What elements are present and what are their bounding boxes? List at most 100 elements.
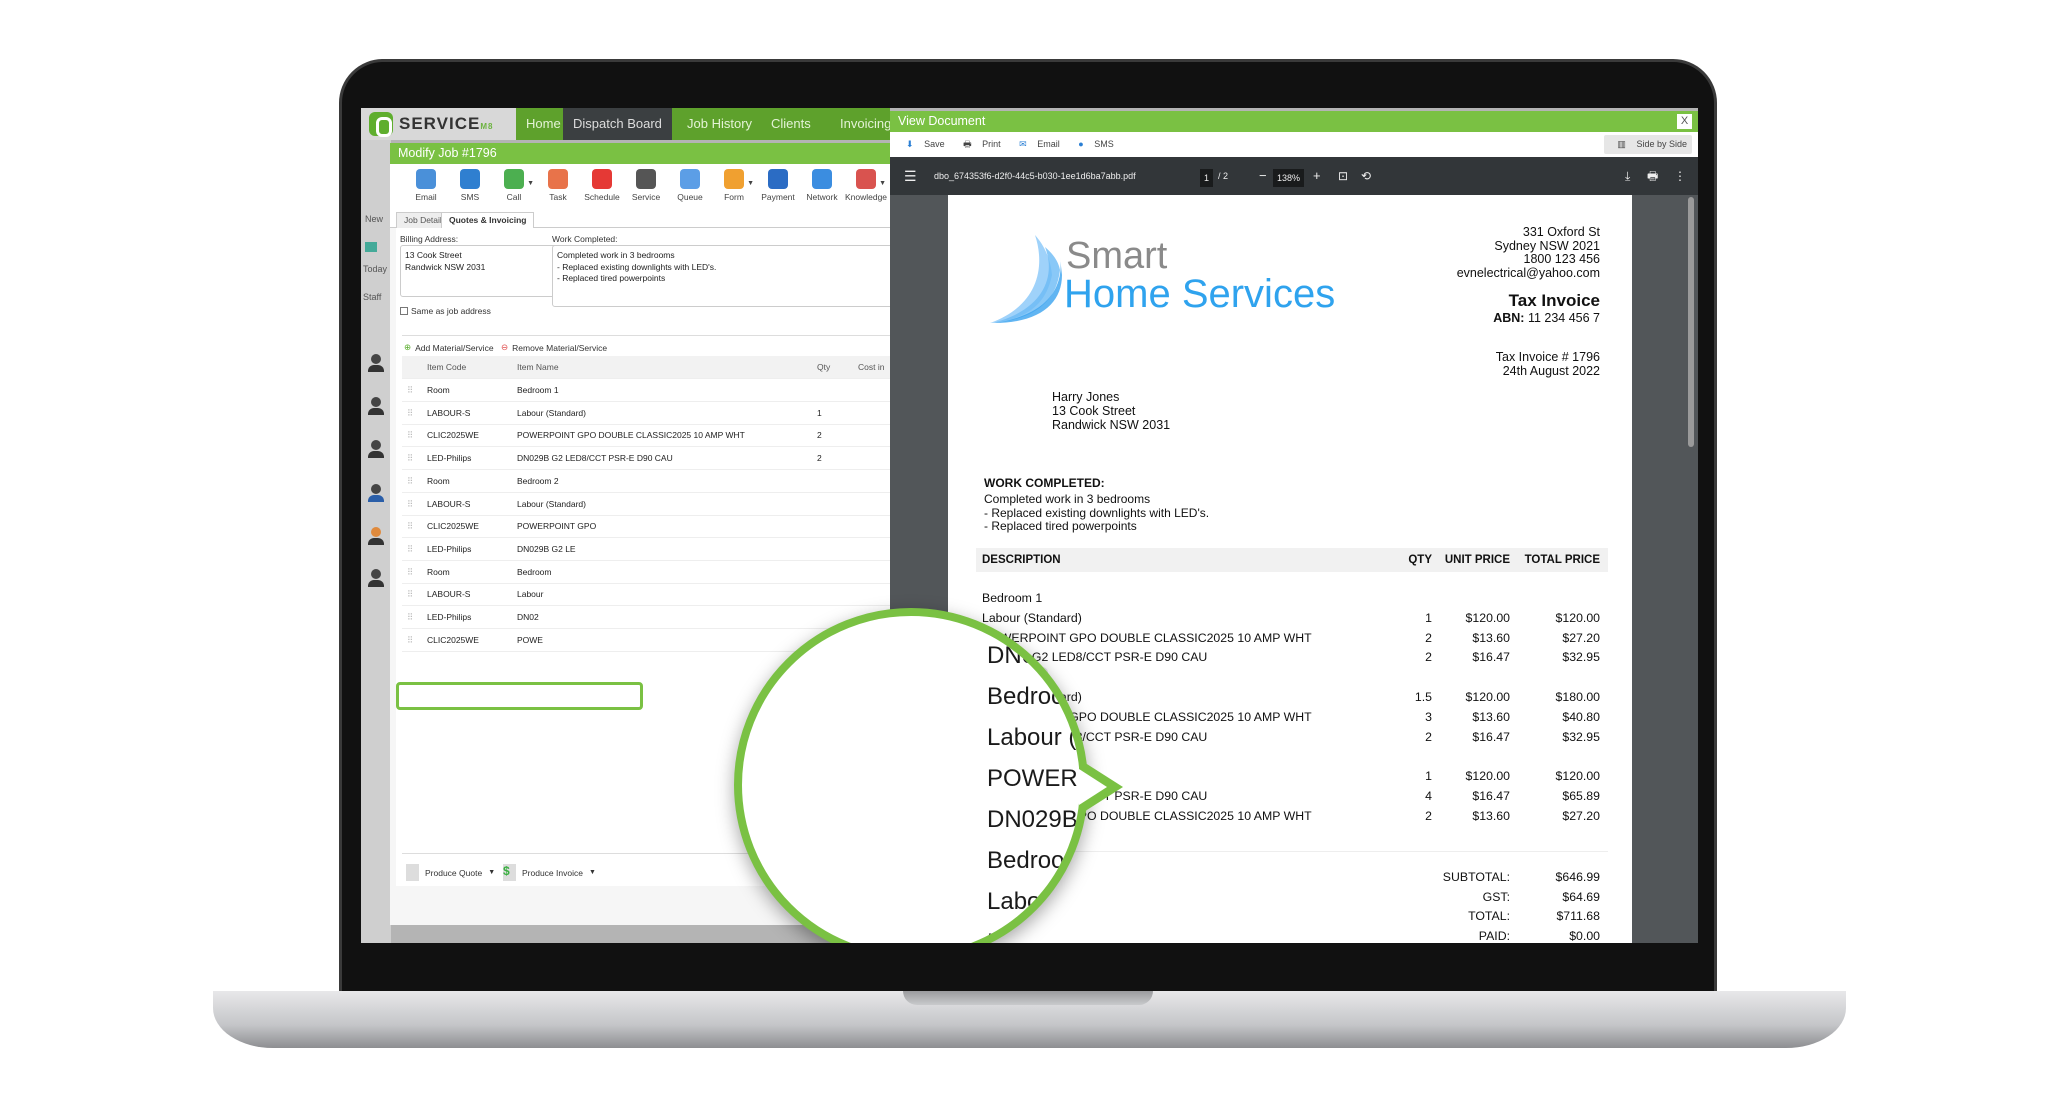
caret-down-icon: ▼ bbox=[588, 869, 596, 876]
customer-line: Randwick NSW 2031 bbox=[1052, 418, 1171, 432]
staff-avatar[interactable] bbox=[368, 527, 384, 545]
table-row[interactable]: ⠿ LABOUR-S Labour (Standard) bbox=[402, 493, 890, 516]
produce-quote-button[interactable]: Produce Quote ▼ bbox=[406, 864, 495, 881]
queue-icon bbox=[680, 169, 700, 189]
tool-sms[interactable]: SMS bbox=[448, 164, 492, 210]
total-label: GST: bbox=[1482, 889, 1510, 904]
drag-handle-icon[interactable]: ⠿ bbox=[407, 561, 413, 584]
tool-task[interactable]: Task bbox=[536, 164, 580, 210]
company-line: 331 Oxford St bbox=[1522, 225, 1600, 239]
same-as-job-checkbox[interactable]: Same as job address bbox=[400, 306, 491, 316]
staff-avatar[interactable] bbox=[368, 484, 384, 502]
zoom-out-button[interactable]: − bbox=[1259, 157, 1267, 195]
work-completed-input[interactable]: Completed work in 3 bedrooms - Replaced e… bbox=[552, 245, 897, 307]
table-row[interactable]: ⠿ CLIC2025WE POWERPOINT GPO bbox=[402, 515, 890, 539]
page-number-input[interactable]: 1 bbox=[1200, 169, 1214, 187]
zoom-in-button[interactable]: + bbox=[1313, 157, 1321, 195]
table-row[interactable]: ⠿ CLIC2025WE POWERPOINT GPO DOUBLE CLASSIC… bbox=[402, 424, 890, 448]
print-icon[interactable]: 🖶 bbox=[1647, 157, 1658, 195]
drag-handle-icon[interactable]: ⠿ bbox=[407, 629, 413, 652]
viewer-title: View Document X bbox=[890, 111, 1698, 132]
tool-payment[interactable]: Payment bbox=[756, 164, 800, 210]
avatar-head bbox=[371, 569, 381, 579]
column-header: Item Code bbox=[427, 362, 467, 372]
drag-handle-icon[interactable]: ⠿ bbox=[407, 424, 413, 447]
more-options-icon[interactable]: ⋮ bbox=[1674, 157, 1686, 195]
total-label: TOTAL: bbox=[1468, 909, 1510, 923]
remove-material-button[interactable]: ⊖ Remove Material/Service bbox=[501, 342, 607, 353]
table-row[interactable]: ⠿ LED-Philips DN029B G2 LED8/CCT PSR-E D90… bbox=[402, 447, 890, 471]
table-row[interactable]: ⠿ LABOUR-S Labour bbox=[402, 583, 890, 607]
total-value: $646.99 bbox=[1555, 870, 1600, 884]
work-line: - Replaced tired powerpoints bbox=[557, 273, 666, 283]
checkbox[interactable] bbox=[400, 307, 408, 315]
email-button[interactable]: ✉ Email bbox=[1011, 139, 1060, 149]
produce-invoice-button[interactable]: $ Produce Invoice ▼ bbox=[503, 864, 596, 881]
side-by-side-button[interactable]: ▥ Side by Side bbox=[1604, 135, 1692, 154]
magnified-line: Labour (Standard) bbox=[987, 724, 1080, 751]
company-line: evnelectrical@yahoo.com bbox=[1456, 265, 1600, 280]
rotate-icon[interactable]: ⟲ bbox=[1361, 157, 1371, 195]
tool-label: Knowledge bbox=[844, 192, 888, 202]
new-button[interactable]: New bbox=[365, 214, 383, 224]
scrollbar[interactable] bbox=[1688, 197, 1694, 447]
drag-handle-icon[interactable]: ⠿ bbox=[407, 606, 413, 629]
sidebar-today[interactable]: Today bbox=[363, 264, 387, 274]
column-header: TOTAL PRICE bbox=[1524, 554, 1600, 566]
zoom-input[interactable]: 138% bbox=[1273, 169, 1305, 187]
save-button[interactable]: ⬇ Save bbox=[898, 139, 945, 149]
tool-schedule[interactable]: Schedule bbox=[580, 164, 624, 210]
fit-page-icon[interactable]: ⊡ bbox=[1338, 157, 1348, 195]
drag-handle-icon[interactable]: ⠿ bbox=[407, 447, 413, 470]
drag-handle-icon[interactable]: ⠿ bbox=[407, 402, 413, 425]
drag-handle-icon[interactable]: ⠿ bbox=[407, 583, 413, 606]
tool-email[interactable]: Email bbox=[404, 164, 448, 210]
table-row[interactable]: ⠿ Room Bedroom 1 bbox=[402, 379, 890, 402]
menu-icon[interactable]: ☰ bbox=[904, 157, 917, 195]
tool-network[interactable]: Network bbox=[800, 164, 844, 210]
staff-avatar[interactable] bbox=[368, 397, 384, 415]
total-label: SUBTOTAL: bbox=[1442, 870, 1510, 884]
tool-queue[interactable]: Queue bbox=[668, 164, 712, 210]
drag-handle-icon[interactable]: ⠿ bbox=[407, 493, 413, 516]
tool-knowledge[interactable]: Knowledge ▼ bbox=[844, 164, 888, 210]
drag-handle-icon[interactable]: ⠿ bbox=[407, 515, 413, 538]
table-row[interactable]: ⠿ LED-Philips DN02 bbox=[402, 606, 890, 629]
download-icon[interactable]: ⤓ bbox=[1625, 157, 1630, 195]
tool-form[interactable]: Form ▼ bbox=[712, 164, 756, 210]
tool-label: Network bbox=[806, 192, 838, 202]
print-button[interactable]: 🖶 Print bbox=[955, 139, 1001, 149]
servicem8-logo[interactable]: SERVICEM8 bbox=[361, 108, 516, 140]
table-row[interactable]: ⠿ Room Bedroom 2 bbox=[402, 470, 890, 493]
nav-clients[interactable]: Clients bbox=[761, 108, 821, 140]
drag-handle-icon[interactable]: ⠿ bbox=[407, 379, 413, 402]
tool-call[interactable]: Call ▼ bbox=[492, 164, 536, 210]
drag-handle-icon[interactable]: ⠿ bbox=[407, 470, 413, 493]
viewer-toolbar: ⬇ Save 🖶 Print ✉ Email ● SMS ▥ Side by S… bbox=[890, 132, 1698, 157]
tab-quotes-invoicing[interactable]: Quotes & Invoicing bbox=[441, 212, 535, 229]
knowledge-icon bbox=[856, 169, 876, 189]
tool-label: Queue bbox=[677, 192, 703, 202]
nav-job-history[interactable]: Job History bbox=[677, 108, 762, 140]
sms-label: SMS bbox=[1094, 139, 1114, 149]
staff-avatar[interactable] bbox=[368, 354, 384, 372]
table-row[interactable]: ⠿ Room Bedroom bbox=[402, 561, 890, 584]
item-cell: 4 bbox=[1425, 789, 1432, 803]
cell: CLIC2025WE bbox=[427, 634, 479, 645]
table-row[interactable]: ⠿ LABOUR-S Labour (Standard) 1 bbox=[402, 402, 890, 425]
staff-avatar[interactable] bbox=[368, 440, 384, 458]
email-icon: ✉ bbox=[1019, 139, 1027, 149]
sms-button[interactable]: ● SMS bbox=[1070, 139, 1113, 149]
item-cell: $27.20 bbox=[1562, 808, 1600, 823]
nav-dispatch-board[interactable]: Dispatch Board bbox=[563, 108, 672, 140]
table-row[interactable]: ⠿ LED-Philips DN029B G2 LE bbox=[402, 538, 890, 561]
cell: Bedroom bbox=[517, 566, 552, 577]
dispatch-icon[interactable] bbox=[365, 242, 377, 252]
payment-icon bbox=[768, 169, 788, 189]
close-button[interactable]: X bbox=[1677, 114, 1692, 129]
drag-handle-icon[interactable]: ⠿ bbox=[407, 538, 413, 561]
staff-avatar[interactable] bbox=[368, 569, 384, 587]
cell: LED-Philips bbox=[427, 612, 472, 622]
tool-service[interactable]: Service bbox=[624, 164, 668, 210]
add-material-button[interactable]: ⊕ Add Material/Service bbox=[404, 342, 494, 353]
